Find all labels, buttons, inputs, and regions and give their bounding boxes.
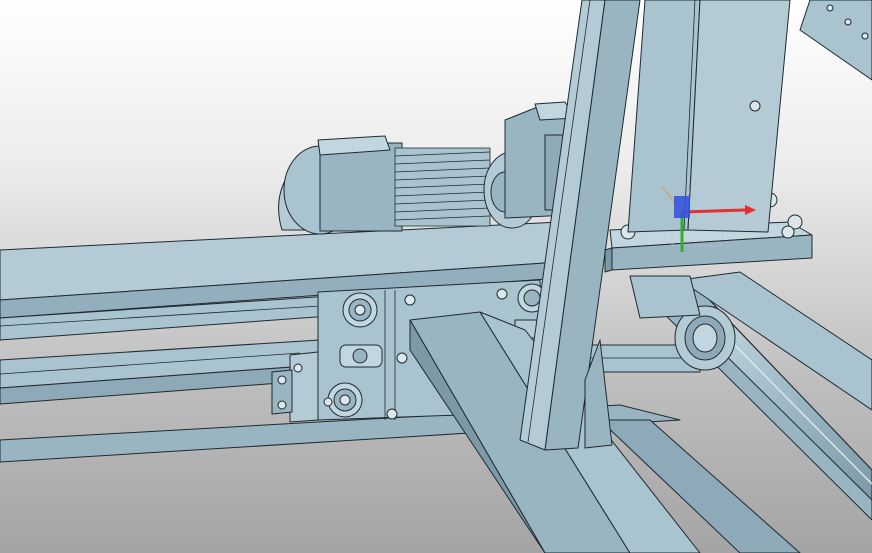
electric-motor[interactable] bbox=[278, 135, 541, 235]
guide-roller-middle[interactable] bbox=[339, 344, 383, 368]
upper-right-frame[interactable] bbox=[799, 0, 872, 81]
guide-roller-upper[interactable] bbox=[342, 292, 378, 328]
cad-model-svg[interactable] bbox=[0, 0, 872, 553]
bearing-block[interactable] bbox=[629, 275, 701, 319]
triad-x-axis[interactable] bbox=[681, 208, 746, 214]
vertical-column-right[interactable] bbox=[627, 0, 791, 233]
triad-origin-icon bbox=[674, 196, 690, 218]
motor-cooling-fins bbox=[394, 147, 491, 227]
cad-3d-viewport[interactable] bbox=[0, 0, 872, 553]
guide-roller-lower[interactable] bbox=[327, 382, 363, 418]
